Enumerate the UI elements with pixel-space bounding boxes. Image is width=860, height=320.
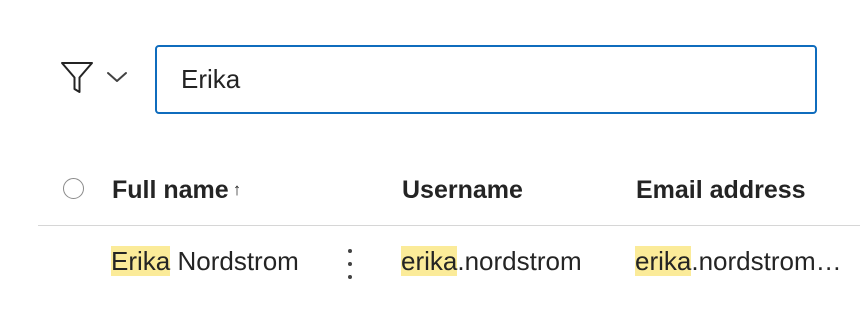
search-match-highlight: Erika: [111, 246, 171, 276]
column-header-email[interactable]: Email address: [636, 176, 806, 205]
more-options-button[interactable]: [338, 246, 362, 282]
column-header-label: Full name: [112, 176, 229, 204]
column-header-label: Username: [402, 176, 523, 204]
cell-email: erika.nordstrom…: [635, 246, 857, 277]
users-panel: Full name↑ Username Email address Erika …: [0, 0, 860, 320]
table-row[interactable]: Erika Nordstrom erika.nordstrom erika.no…: [38, 228, 860, 300]
search-match-highlight: erika: [635, 246, 692, 276]
search-input[interactable]: [181, 47, 801, 112]
cell-username: erika.nordstrom: [401, 246, 582, 277]
search-match-highlight: erika: [401, 246, 458, 276]
table-header: Full name ↑ Username Email address: [38, 160, 860, 226]
filter-icon: [58, 58, 96, 101]
column-header-username[interactable]: Username: [402, 176, 523, 205]
cell-text: Nordstrom: [170, 246, 299, 276]
column-header-label: Email address: [636, 176, 806, 204]
filter-dropdown-button[interactable]: [56, 56, 136, 100]
cell-text: .nordstrom…: [691, 246, 842, 276]
chevron-down-icon: [106, 70, 128, 89]
more-vertical-icon: [348, 249, 352, 253]
cell-text: .nordstrom: [457, 246, 582, 276]
search-field[interactable]: [155, 45, 817, 114]
cell-full-name: Erika Nordstrom: [111, 246, 299, 277]
sort-ascending-icon: ↑: [232, 180, 242, 199]
select-all-radio[interactable]: [63, 178, 84, 199]
column-header-full-name[interactable]: Full name ↑: [112, 176, 241, 205]
